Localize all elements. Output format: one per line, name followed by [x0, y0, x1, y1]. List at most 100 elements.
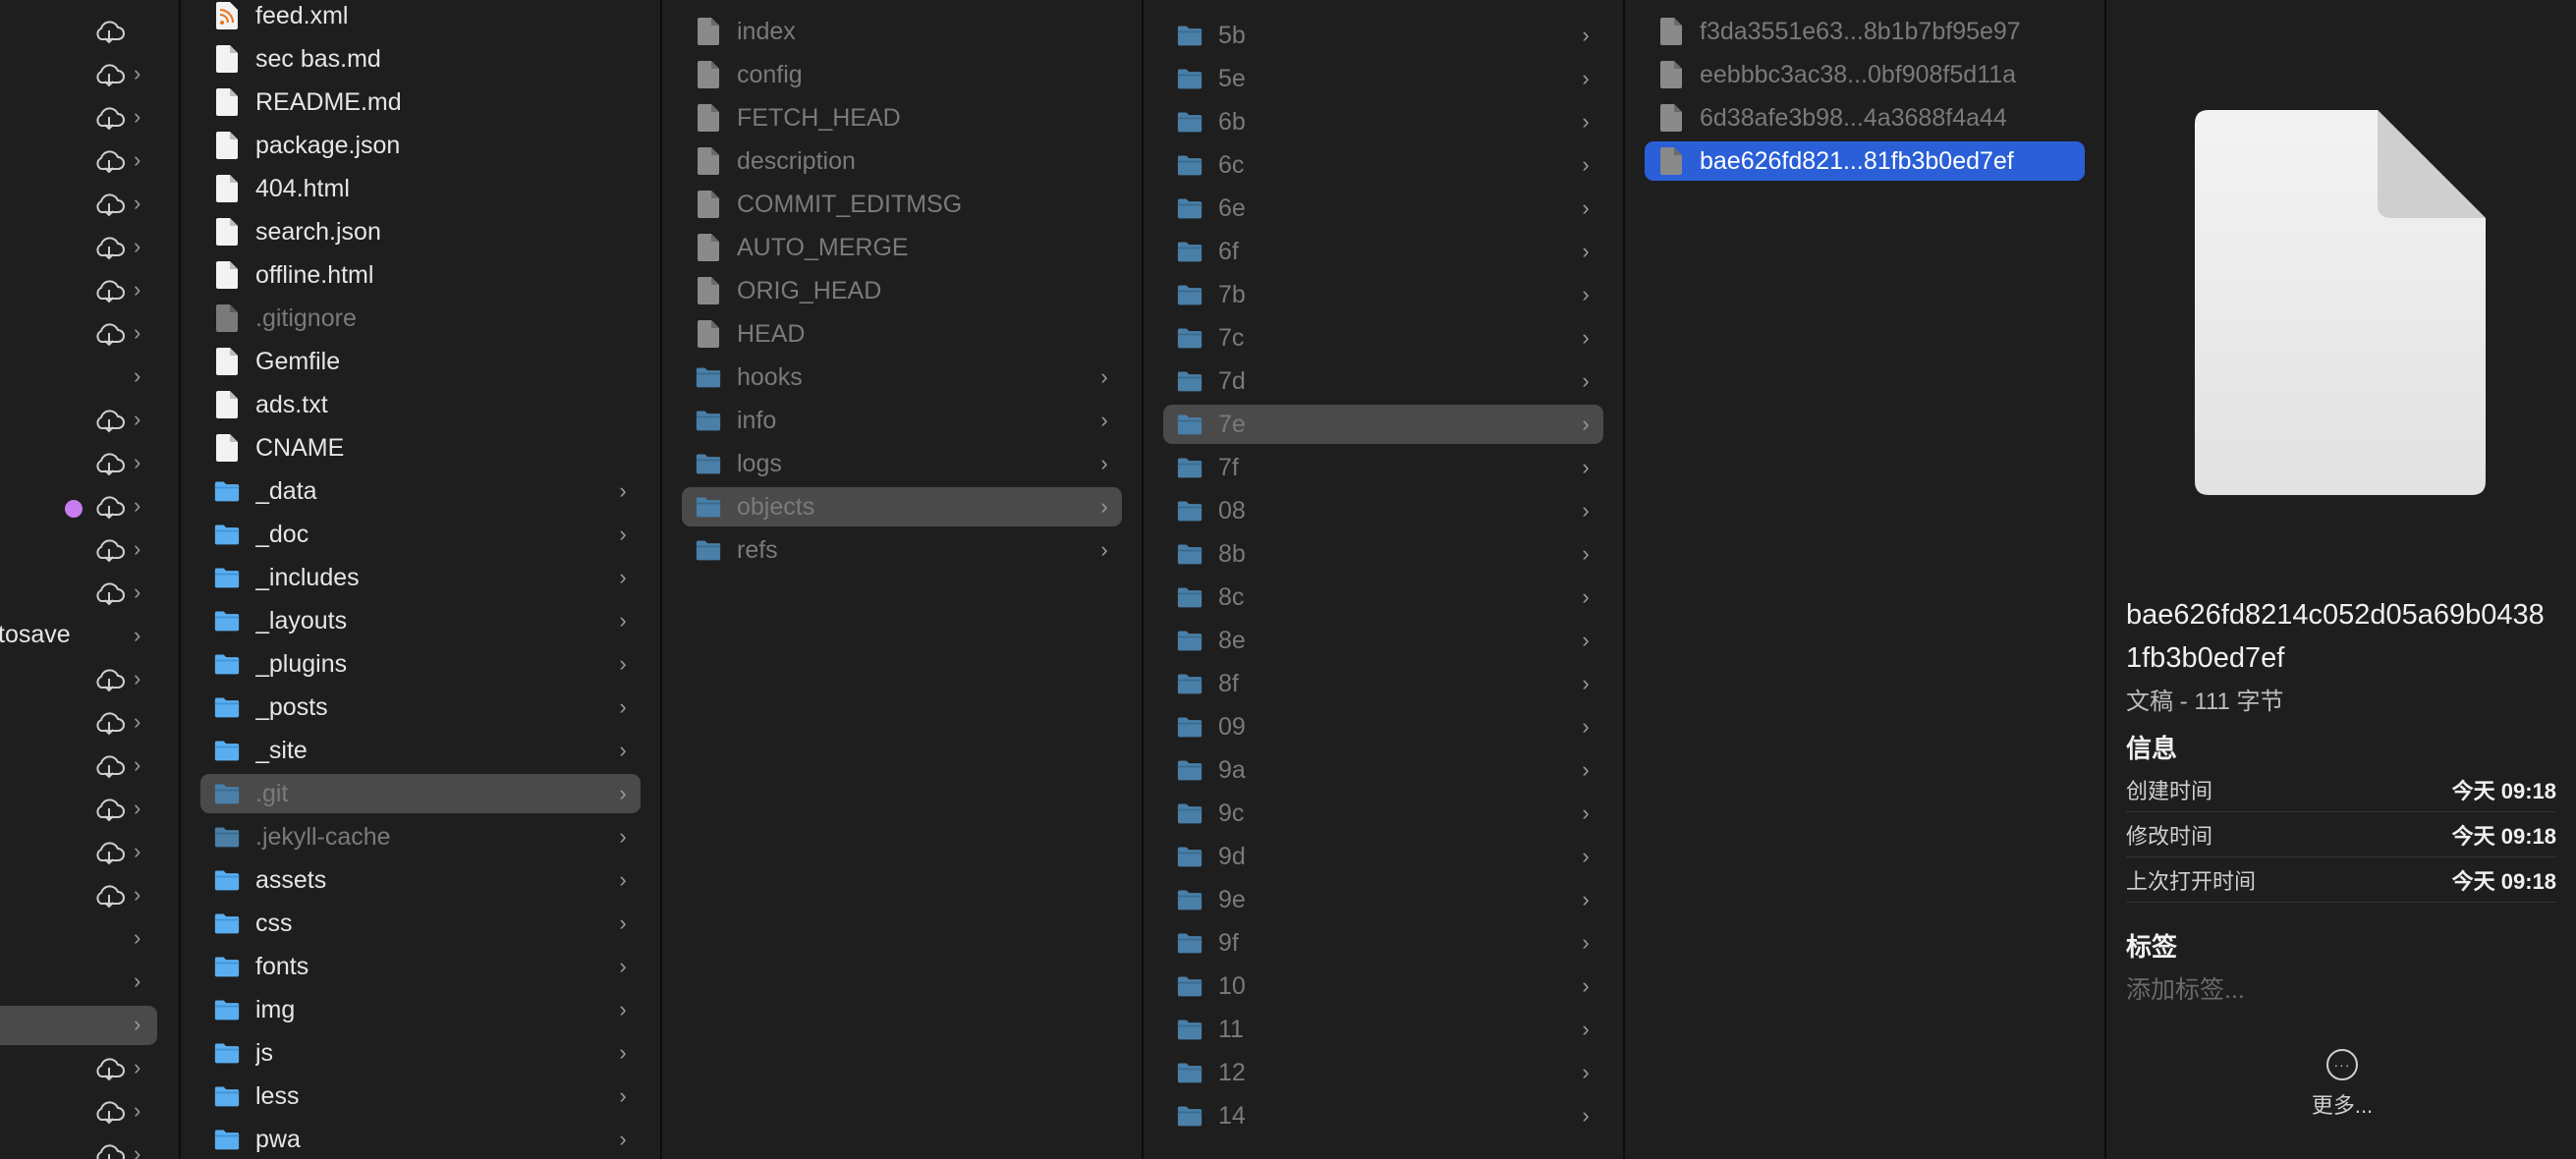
- sidebar-item[interactable]: tosave ›: [0, 617, 179, 656]
- icloud-download-icon[interactable]: [92, 666, 126, 698]
- file-item[interactable]: ads.txt: [200, 385, 641, 424]
- sidebar-item[interactable]: ›: [0, 833, 179, 872]
- folder-item[interactable]: 9c ›: [1163, 794, 1603, 833]
- sidebar-item[interactable]: ›: [0, 703, 179, 743]
- folder-item[interactable]: .git ›: [200, 774, 641, 813]
- icloud-download-icon[interactable]: [92, 407, 126, 439]
- sidebar-item[interactable]: ›: [0, 574, 179, 613]
- file-item[interactable]: sec bas.md: [200, 39, 641, 79]
- file-item[interactable]: HEAD: [682, 314, 1122, 354]
- icloud-download-icon[interactable]: [92, 580, 126, 612]
- folder-item[interactable]: 6b ›: [1163, 102, 1603, 141]
- folder-item[interactable]: 8b ›: [1163, 534, 1603, 574]
- file-item[interactable]: CNAME: [200, 428, 641, 468]
- file-item[interactable]: COMMIT_EDITMSG: [682, 185, 1122, 224]
- folder-item[interactable]: 7f ›: [1163, 448, 1603, 487]
- folder-item[interactable]: 7b ›: [1163, 275, 1603, 314]
- sidebar-item[interactable]: ›: [0, 271, 179, 310]
- folder-item[interactable]: 9e ›: [1163, 880, 1603, 919]
- sidebar-item[interactable]: ›: [0, 746, 179, 786]
- icloud-download-icon[interactable]: [92, 882, 126, 914]
- sidebar-item[interactable]: ams›: [0, 1135, 179, 1159]
- icloud-download-icon[interactable]: [92, 450, 126, 482]
- sidebar-item[interactable]: ›: [0, 790, 179, 829]
- folder-item[interactable]: fonts ›: [200, 947, 641, 986]
- folder-item[interactable]: hooks ›: [682, 358, 1122, 397]
- folder-item[interactable]: _posts ›: [200, 688, 641, 727]
- file-item[interactable]: README.md: [200, 83, 641, 122]
- folder-item[interactable]: .jekyll-cache ›: [200, 817, 641, 856]
- icloud-download-icon[interactable]: [92, 839, 126, 871]
- folder-item[interactable]: info ›: [682, 401, 1122, 440]
- file-item[interactable]: .gitignore: [200, 299, 641, 338]
- sidebar-item[interactable]: ›: [0, 963, 179, 1002]
- folder-item[interactable]: _data ›: [200, 471, 641, 511]
- folder-item[interactable]: 6f ›: [1163, 232, 1603, 271]
- folder-item[interactable]: _includes ›: [200, 558, 641, 597]
- file-item[interactable]: AUTO_MERGE: [682, 228, 1122, 267]
- folder-item[interactable]: 5b ›: [1163, 16, 1603, 55]
- folder-item[interactable]: 5e ›: [1163, 59, 1603, 98]
- icloud-download-icon[interactable]: [92, 18, 126, 50]
- icloud-download-icon[interactable]: [92, 1055, 126, 1087]
- file-item[interactable]: feed.xml: [200, 0, 641, 35]
- folder-item[interactable]: 6e ›: [1163, 189, 1603, 228]
- sidebar-item[interactable]: ›: [0, 919, 179, 959]
- icloud-download-icon[interactable]: [92, 752, 126, 785]
- folder-item[interactable]: _site ›: [200, 731, 641, 770]
- folder-item[interactable]: 8e ›: [1163, 621, 1603, 660]
- file-item[interactable]: eebbbc3ac38...0bf908f5d11a: [1645, 55, 2085, 94]
- icloud-download-icon[interactable]: [92, 234, 126, 266]
- sidebar-item[interactable]: [0, 12, 179, 51]
- folder-item[interactable]: 14 ›: [1163, 1096, 1603, 1135]
- sidebar-item[interactable]: ›: [0, 876, 179, 915]
- sidebar-item[interactable]: ›: [0, 401, 179, 440]
- folder-item[interactable]: 12 ›: [1163, 1053, 1603, 1092]
- add-tags-field[interactable]: 添加标签...: [2126, 970, 2245, 1006]
- folder-item[interactable]: _plugins ›: [200, 644, 641, 684]
- folder-item[interactable]: 7c ›: [1163, 318, 1603, 358]
- folder-item[interactable]: 10 ›: [1163, 966, 1603, 1006]
- file-item[interactable]: config: [682, 55, 1122, 94]
- icloud-download-icon[interactable]: [92, 1098, 126, 1131]
- file-item[interactable]: offline.html: [200, 255, 641, 295]
- icloud-download-icon[interactable]: [92, 320, 126, 353]
- sidebar-item[interactable]: ›: [0, 660, 179, 699]
- folder-item[interactable]: objects ›: [682, 487, 1122, 526]
- icloud-download-icon[interactable]: [92, 147, 126, 180]
- file-item[interactable]: Gemfile: [200, 342, 641, 381]
- sidebar-item[interactable]: ›: [0, 358, 179, 397]
- folder-item[interactable]: _doc ›: [200, 515, 641, 554]
- folder-item[interactable]: refs ›: [682, 530, 1122, 570]
- sidebar-item[interactable]: ›: [0, 1049, 179, 1088]
- file-item[interactable]: FETCH_HEAD: [682, 98, 1122, 138]
- folder-item[interactable]: 9d ›: [1163, 837, 1603, 876]
- sidebar-item[interactable]: ›: [0, 141, 179, 181]
- file-item[interactable]: f3da3551e63...8b1b7bf95e97: [1645, 12, 2085, 51]
- folder-item[interactable]: 09 ›: [1163, 707, 1603, 746]
- file-item[interactable]: index: [682, 12, 1122, 51]
- folder-item[interactable]: img ›: [200, 990, 641, 1029]
- icloud-download-icon[interactable]: [92, 104, 126, 137]
- sidebar-item[interactable]: ›: [0, 98, 179, 138]
- sidebar-item[interactable]: ›: [0, 55, 179, 94]
- folder-item[interactable]: _layouts ›: [200, 601, 641, 640]
- folder-item[interactable]: 9a ›: [1163, 750, 1603, 790]
- file-item[interactable]: ORIG_HEAD: [682, 271, 1122, 310]
- more-button[interactable]: ··· 更多...: [2293, 1049, 2391, 1120]
- icloud-download-icon[interactable]: [92, 191, 126, 223]
- folder-item[interactable]: assets ›: [200, 860, 641, 900]
- icloud-download-icon[interactable]: [92, 493, 126, 525]
- folder-item[interactable]: 8f ›: [1163, 664, 1603, 703]
- sidebar-item[interactable]: ›: [0, 1092, 179, 1131]
- sidebar-item[interactable]: ›: [0, 185, 179, 224]
- icloud-download-icon[interactable]: [92, 709, 126, 742]
- file-item[interactable]: 404.html: [200, 169, 641, 208]
- file-item[interactable]: search.json: [200, 212, 641, 251]
- file-item[interactable]: description: [682, 141, 1122, 181]
- folder-item[interactable]: js ›: [200, 1033, 641, 1073]
- folder-item[interactable]: 9f ›: [1163, 923, 1603, 963]
- folder-item[interactable]: 7e ›: [1163, 405, 1603, 444]
- icloud-download-icon[interactable]: [92, 1141, 126, 1159]
- folder-item[interactable]: less ›: [200, 1076, 641, 1116]
